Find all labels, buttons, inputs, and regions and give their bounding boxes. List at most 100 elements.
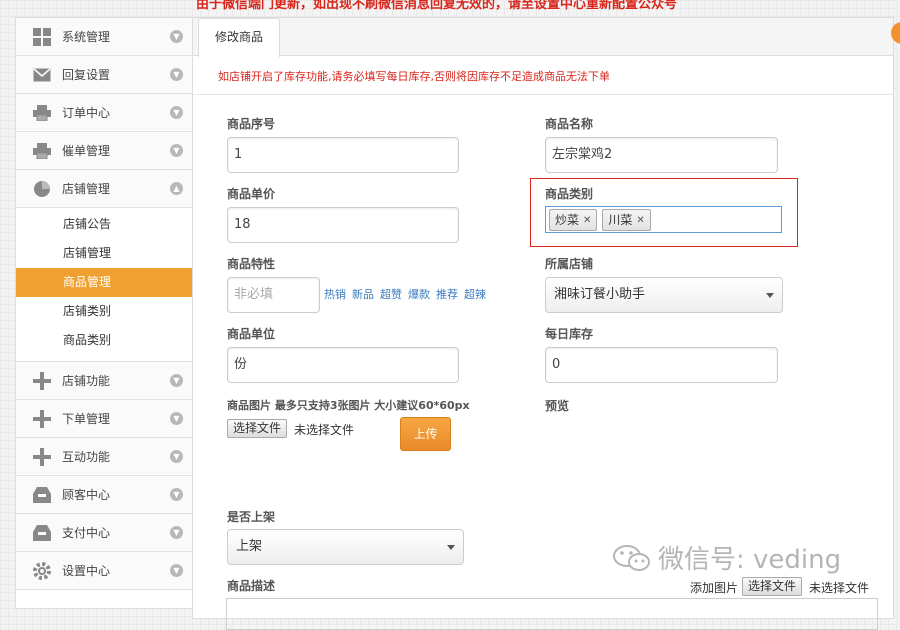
feature-tag-link[interactable]: 超赞 [380,286,402,302]
feature-tag-link[interactable]: 推荐 [436,286,458,302]
image-label: 商品图片 最多只支持3张图片 大小建议60*60px [227,399,470,412]
stock-label: 每日库存 [545,327,594,341]
sub-item-store-manage[interactable]: 店铺管理 [16,239,193,268]
printer-icon [32,141,52,161]
description-editor[interactable] [226,598,878,630]
sub-item-store-category[interactable]: 店铺类别 [16,297,193,326]
chevron-down-icon: ▼ [170,144,183,157]
feature-input[interactable]: 非必填 [227,277,320,313]
chevron-down-icon: ▼ [170,68,183,81]
feature-label: 商品特性 [227,257,276,271]
feature-tag-link[interactable]: 新品 [352,286,374,302]
onsale-select-value: 上架 [236,539,263,554]
caret-down-icon [447,545,455,550]
name-input[interactable]: 左宗棠鸡2 [545,137,778,173]
price-input[interactable]: 18 [227,207,459,243]
sidebar: 系统管理 ▼ 回复设置 ▼ 订单中心 ▼ 催单管理 ▼ 店铺管理 ▲ 店铺公告 … [15,17,193,609]
unit-input[interactable]: 份 [227,347,459,383]
choose-file-button[interactable]: 选择文件 [227,419,288,438]
chevron-down-icon: ▼ [170,488,183,501]
tab-bar: 修改商品 [193,18,893,57]
chevron-down-icon: ▼ [170,374,183,387]
sidebar-item-label: 催单管理 [62,144,111,158]
name-label: 商品名称 [545,117,594,131]
sidebar-item-orders[interactable]: 订单中心 ▼ [16,94,193,132]
divider [193,94,893,95]
sidebar-item-store[interactable]: 店铺管理 ▲ [16,170,193,208]
sidebar-item-system[interactable]: 系统管理 ▼ [16,18,193,56]
sidebar-item-label: 店铺管理 [62,182,111,196]
unit-label: 商品单位 [227,327,276,341]
sidebar-item-customers[interactable]: 顾客中心 ▼ [16,476,193,514]
category-tag: 炒菜 ✕ [549,209,598,231]
description-choose-file-button[interactable]: 选择文件 [742,577,803,596]
system-notice: 由于微信端门更新，如出现不刷微信消息回复无效的，请至设置中心重新配置公众号 [196,0,678,12]
upload-button[interactable]: 上传 [400,417,451,451]
sidebar-item-reply[interactable]: 回复设置 ▼ [16,56,193,94]
tag-label: 川菜 [608,212,633,227]
chevron-down-icon: ▼ [170,564,183,577]
sidebar-item-label: 下单管理 [62,412,111,426]
sub-item-product-manage[interactable]: 商品管理 [16,268,193,297]
chevron-down-icon: ▼ [170,412,183,425]
plus-icon [32,447,52,467]
tab-edit-product[interactable]: 修改商品 [198,18,281,57]
close-icon[interactable]: ✕ [583,211,591,230]
chevron-down-icon: ▼ [170,526,183,539]
sidebar-item-label: 支付中心 [62,526,111,540]
preview-label: 预览 [545,399,570,413]
feature-tag-link[interactable]: 超辣 [464,286,486,302]
plus-icon [32,409,52,429]
pie-chart-icon [32,179,52,199]
description-label: 商品描述 [227,579,276,593]
wechat-icon [613,544,650,571]
store-submenu: 店铺公告 店铺管理 商品管理 店铺类别 商品类别 [16,208,193,362]
sidebar-item-label: 顾客中心 [62,488,111,502]
grid-icon [32,27,52,47]
chevron-down-icon: ▼ [170,30,183,43]
gear-icon [32,561,52,581]
plus-icon [32,371,52,391]
inbox-icon [32,485,52,505]
shop-select-value: 湘味订餐小助手 [554,287,646,302]
category-label: 商品类别 [545,187,594,201]
sidebar-item-label: 订单中心 [62,106,111,120]
sidebar-item-payment[interactable]: 支付中心 ▼ [16,514,193,552]
sidebar-item-settings[interactable]: 设置中心 ▼ [16,552,193,590]
watermark-text: 微信号: veding [658,545,842,575]
mail-icon [32,65,52,85]
sidebar-item-reminders[interactable]: 催单管理 ▼ [16,132,193,170]
caret-down-icon [766,293,774,298]
printer-icon [32,103,52,123]
stock-warning: 如店铺开启了库存功能,请务必填写每日库存,否则将因库存不足造成商品无法下单 [218,70,610,83]
sub-item-store-notice[interactable]: 店铺公告 [16,210,193,239]
sidebar-item-order-manage[interactable]: 下单管理 ▼ [16,400,193,438]
seq-label: 商品序号 [227,117,276,131]
shop-select[interactable]: 湘味订餐小助手 [545,277,783,313]
seq-input[interactable]: 1 [227,137,459,173]
feature-tag-link[interactable]: 热销 [324,286,346,302]
sidebar-item-label: 系统管理 [62,30,111,44]
chevron-down-icon: ▼ [170,106,183,119]
price-label: 商品单价 [227,187,276,201]
sidebar-item-label: 设置中心 [62,564,111,578]
tag-label: 炒菜 [555,212,580,227]
category-tag: 川菜 ✕ [602,209,651,231]
onsale-select[interactable]: 上架 [227,529,464,565]
sidebar-item-interaction[interactable]: 互动功能 ▼ [16,438,193,476]
watermark: 微信号: veding [612,539,841,576]
close-icon[interactable]: ✕ [636,211,644,230]
stock-input[interactable]: 0 [545,347,778,383]
sidebar-item-label: 互动功能 [62,450,111,464]
sidebar-item-store-functions[interactable]: 店铺功能 ▼ [16,362,193,400]
sidebar-item-label: 回复设置 [62,68,111,82]
sub-item-product-category[interactable]: 商品类别 [16,326,193,355]
onsale-label: 是否上架 [227,510,276,524]
add-image-label: 添加图片 [690,581,739,595]
sidebar-item-label: 店铺功能 [62,374,111,388]
feature-tag-link[interactable]: 爆款 [408,286,430,302]
shop-label: 所属店铺 [545,257,594,271]
category-tag-input[interactable]: 炒菜 ✕ 川菜 ✕ [545,206,782,233]
chevron-down-icon: ▼ [170,450,183,463]
no-file-text: 未选择文件 [294,423,355,437]
